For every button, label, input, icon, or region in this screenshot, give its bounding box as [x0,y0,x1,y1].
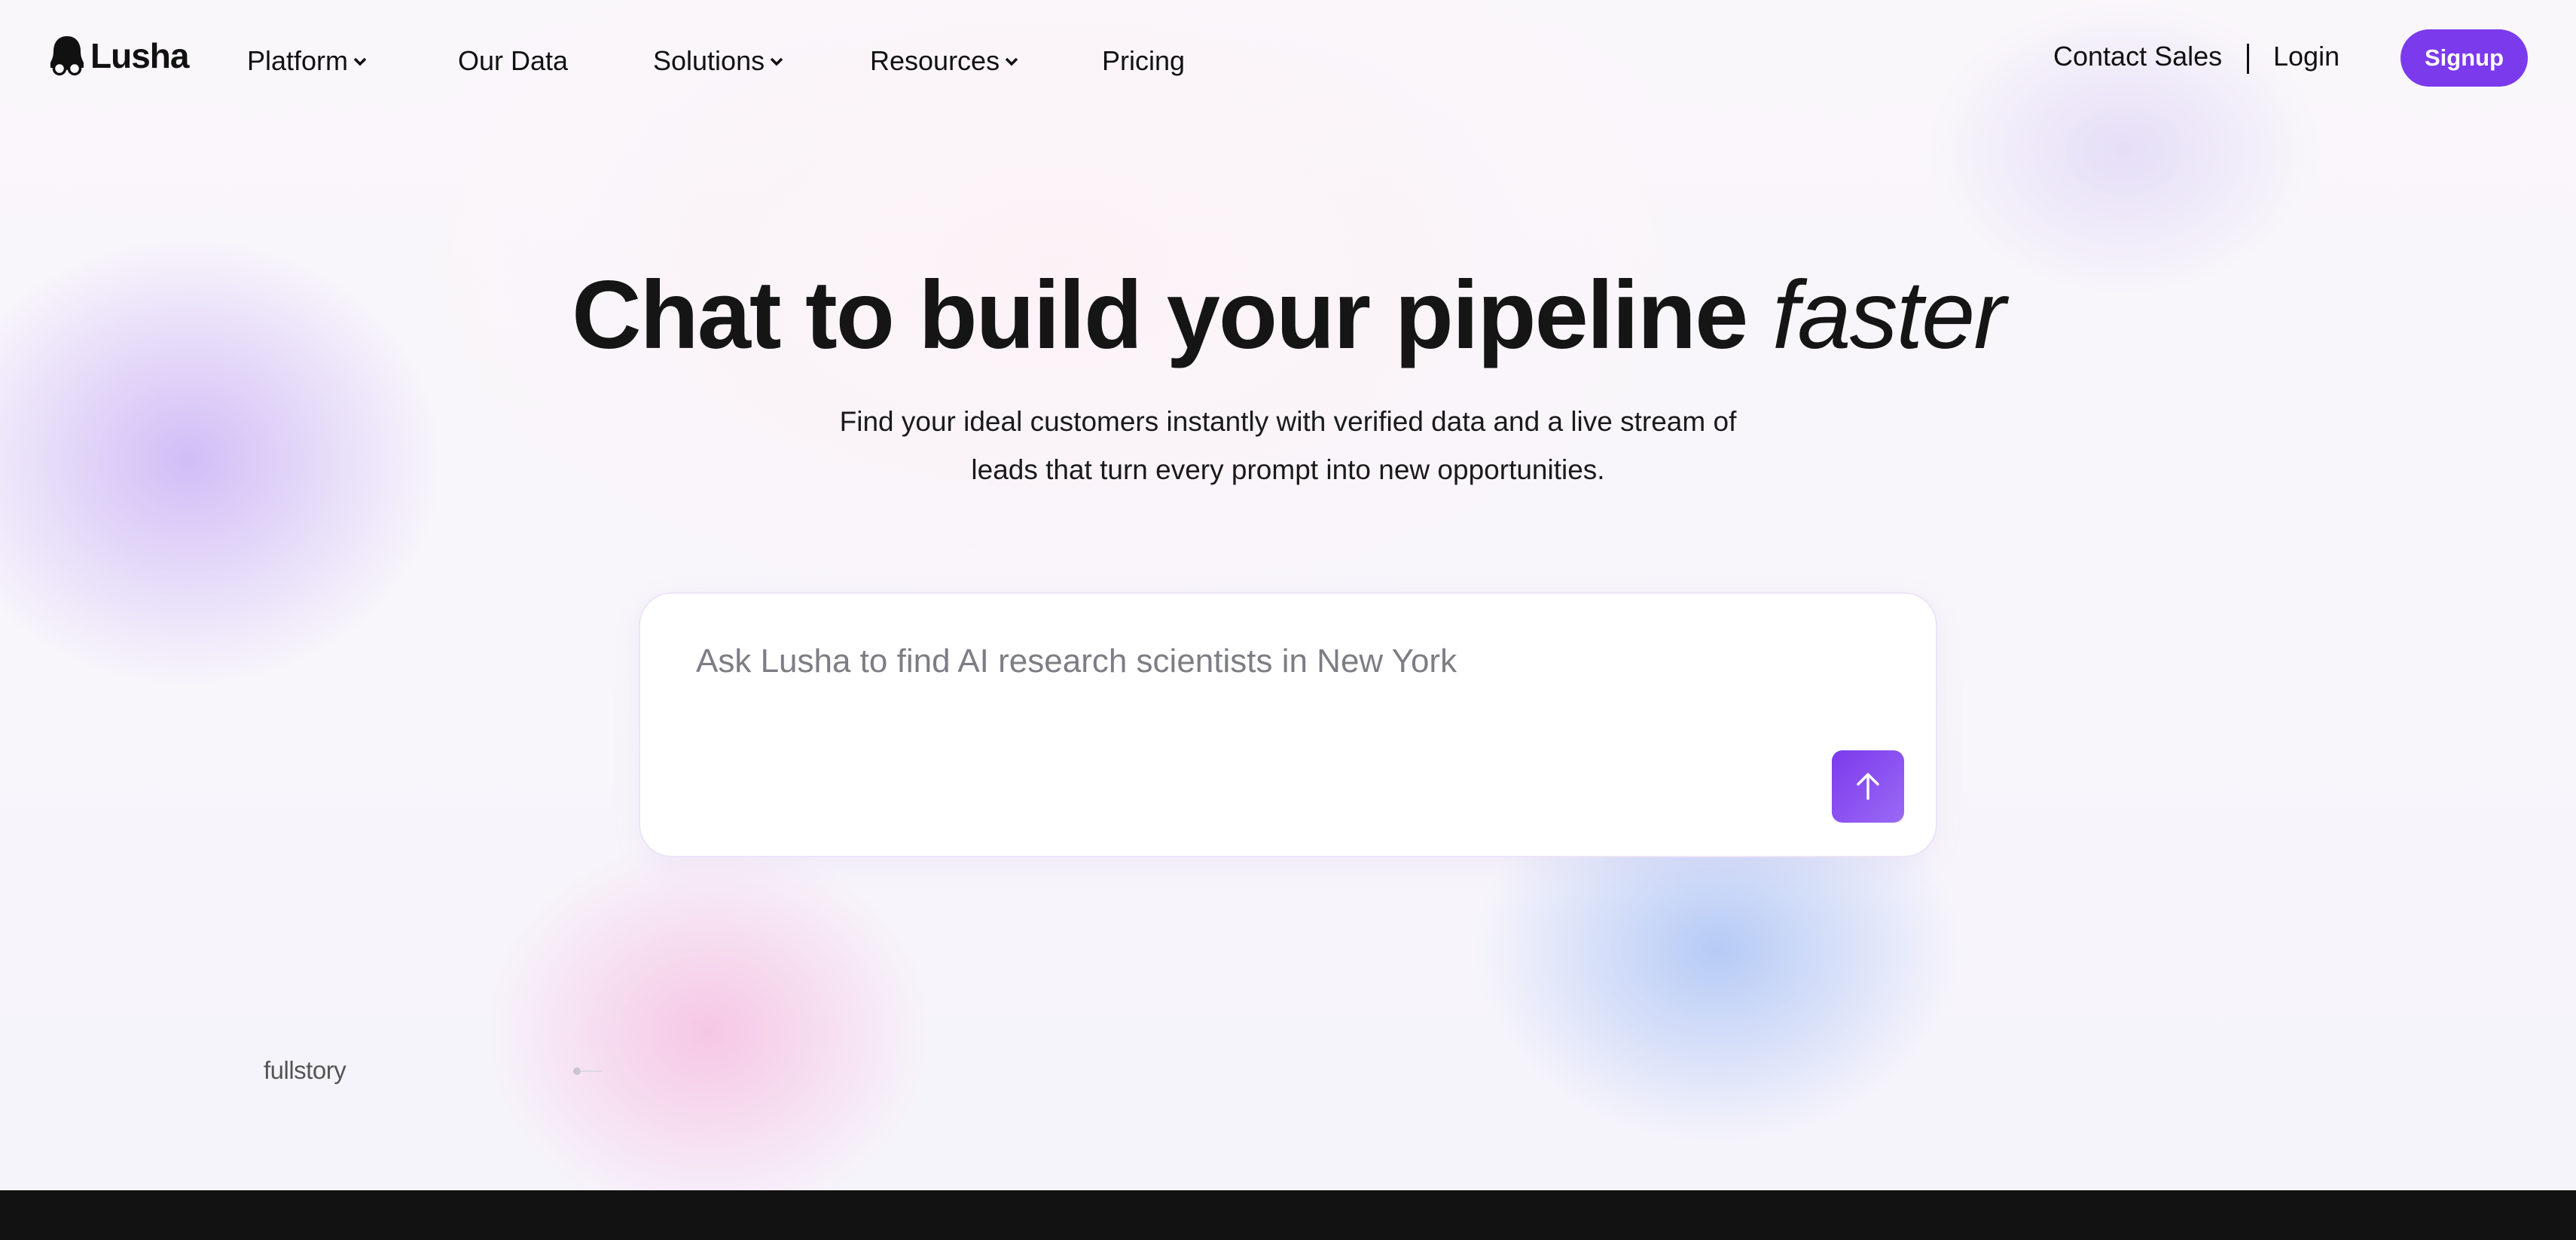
contact-sales-link[interactable]: Contact Sales [2053,41,2222,72]
arrow-up-icon [1857,773,1879,800]
nav-solutions[interactable]: Solutions [653,42,784,80]
chevron-down-icon [353,57,367,66]
chat-prompt-input[interactable] [696,639,1826,684]
hero-subtitle-line2: leads that turn every prompt into new op… [971,454,1605,485]
logo-text: Lusha [90,36,189,75]
carousel-indicator [573,1067,603,1075]
lusha-logo[interactable]: Lusha [50,35,189,77]
nav-divider [2247,44,2249,74]
nav-pricing[interactable]: Pricing [1102,42,1185,80]
nav-our-data[interactable]: Our Data [458,42,568,80]
hero-subtitle-line1: Find your ideal customers instantly with… [839,406,1737,437]
hero-headline: Chat to build your pipeline faster [0,260,2576,371]
chevron-down-icon [770,57,783,66]
signup-button[interactable]: Signup [2401,29,2528,87]
chat-prompt-box [639,592,1937,857]
nav-our-data-label: Our Data [458,45,569,76]
customer-logo-fullstory: fullstory [264,1056,346,1084]
chevron-down-icon [1005,57,1018,66]
hero-headline-text: Chat to build your pipeline [572,261,1772,369]
top-nav: Lusha Platform Our Data Solutions Resour… [0,0,2576,121]
nav-resources[interactable]: Resources [870,42,1019,80]
nav-platform-label: Platform [247,45,349,76]
login-link[interactable]: Login [2273,41,2339,72]
nav-platform[interactable]: Platform [247,42,368,80]
hero-subtitle: Find your ideal customers instantly with… [761,398,1815,494]
nav-resources-label: Resources [870,45,1000,76]
send-button[interactable] [1832,750,1904,823]
nav-solutions-label: Solutions [653,45,765,76]
hero-headline-italic: faster [1772,261,2006,369]
footer-band [0,1190,2576,1240]
nav-pricing-label: Pricing [1102,45,1186,76]
lusha-logo-icon [50,36,84,76]
